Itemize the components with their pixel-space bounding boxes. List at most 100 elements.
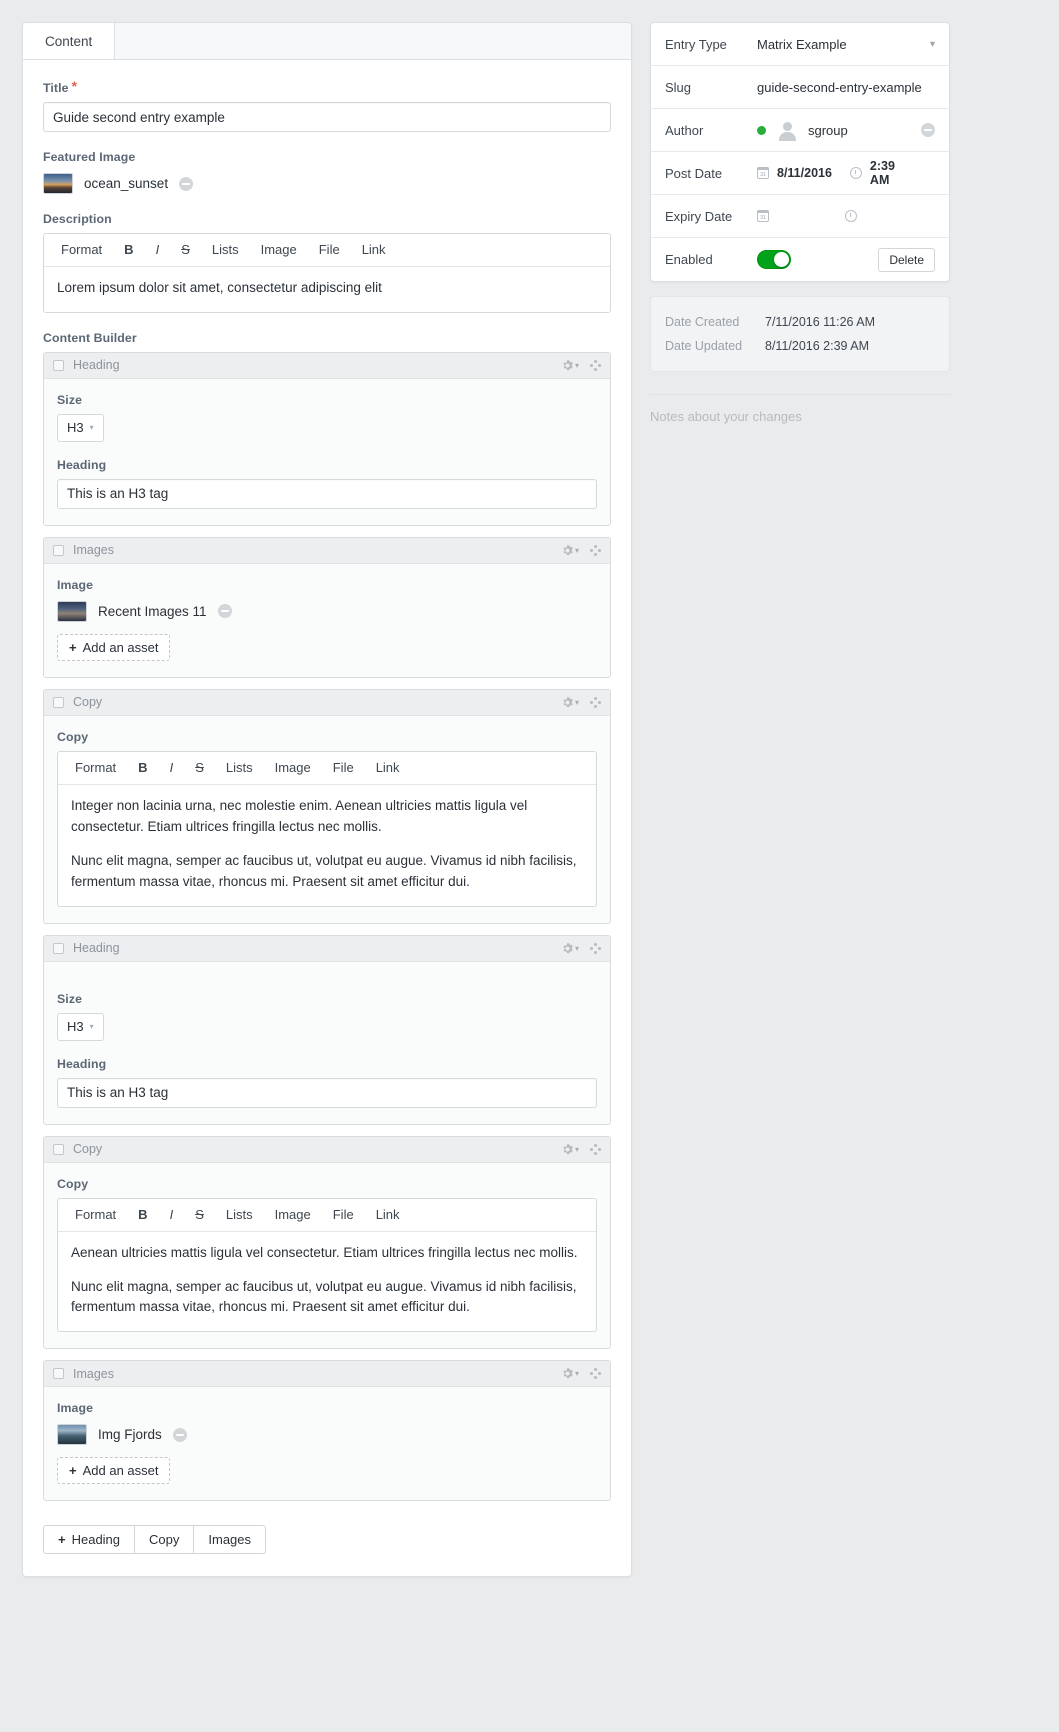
- delete-button[interactable]: Delete: [878, 247, 935, 272]
- recent-images-thumbnail-icon[interactable]: [57, 600, 87, 622]
- chevron-down-icon[interactable]: ▾: [930, 39, 935, 50]
- expiry-date-row[interactable]: Expiry Date: [651, 195, 949, 238]
- add-images-block-button[interactable]: Images: [194, 1525, 267, 1555]
- featured-image-asset-name[interactable]: ocean_sunset: [84, 176, 168, 191]
- file-button[interactable]: File: [322, 752, 365, 784]
- post-time-field[interactable]: 2:39 AM: [849, 159, 917, 187]
- dates-card: Date Created 7/11/2016 11:26 AM Date Upd…: [650, 296, 950, 372]
- remove-asset-icon[interactable]: [217, 604, 232, 619]
- italic-button[interactable]: I: [159, 752, 185, 784]
- block-select-checkbox[interactable]: [53, 1368, 64, 1380]
- block-select-checkbox[interactable]: [53, 696, 64, 708]
- gear-icon[interactable]: ▾: [562, 942, 579, 954]
- italic-button[interactable]: I: [159, 1199, 185, 1231]
- image-asset-name[interactable]: Recent Images 11: [98, 604, 207, 619]
- expiry-date-field[interactable]: [757, 210, 777, 222]
- bold-button[interactable]: B: [127, 1199, 158, 1231]
- format-button[interactable]: Format: [50, 234, 113, 266]
- heading-label: Heading: [57, 457, 107, 472]
- block-select-checkbox[interactable]: [53, 1143, 64, 1155]
- slug-row[interactable]: Slug guide-second-entry-example: [651, 66, 949, 109]
- copy-label: Copy: [57, 729, 89, 744]
- image-button[interactable]: Image: [250, 234, 308, 266]
- entry-meta-card: Entry Type Matrix Example ▾ Slug guide-s…: [650, 22, 950, 282]
- file-button[interactable]: File: [308, 234, 351, 266]
- expiry-time-field[interactable]: [845, 210, 865, 222]
- content-builder-label: Content Builder: [43, 330, 137, 345]
- copy-body[interactable]: Integer non lacinia urna, nec molestie e…: [58, 785, 596, 906]
- block-select-checkbox[interactable]: [53, 942, 64, 954]
- strikethrough-button[interactable]: S: [184, 1199, 215, 1231]
- date-updated-label: Date Updated: [665, 339, 743, 353]
- link-button[interactable]: Link: [365, 1199, 411, 1231]
- size-select[interactable]: H3 ▾: [57, 1012, 104, 1041]
- remove-asset-icon[interactable]: [172, 1427, 187, 1442]
- block-actions: ▾: [562, 544, 601, 556]
- move-handle-icon[interactable]: [590, 1368, 601, 1380]
- gear-icon[interactable]: ▾: [562, 1368, 579, 1379]
- strikethrough-button[interactable]: S: [170, 234, 201, 266]
- lists-button[interactable]: Lists: [215, 1199, 264, 1231]
- ocean-sunset-thumbnail-icon[interactable]: [43, 173, 73, 194]
- bold-button[interactable]: B: [113, 234, 144, 266]
- description-body[interactable]: Lorem ipsum dolor sit amet, consectetur …: [44, 267, 610, 312]
- post-date-values: 8/11/2016 2:39 AM: [757, 159, 935, 187]
- block-header: Images ▾: [44, 1361, 610, 1388]
- post-time-value: 2:39 AM: [869, 159, 895, 187]
- format-button[interactable]: Format: [64, 1199, 127, 1231]
- image-button[interactable]: Image: [264, 752, 322, 784]
- add-copy-block-button[interactable]: Copy: [135, 1525, 195, 1555]
- gear-icon[interactable]: ▾: [562, 545, 579, 556]
- post-date-row[interactable]: Post Date 8/11/2016 2:39 AM: [651, 152, 949, 195]
- file-button[interactable]: File: [322, 1199, 365, 1231]
- move-handle-icon[interactable]: [590, 359, 601, 371]
- lists-button[interactable]: Lists: [201, 234, 250, 266]
- title-input[interactable]: [43, 102, 611, 132]
- chevron-down-icon: ▾: [574, 943, 579, 953]
- lists-button[interactable]: Lists: [215, 752, 264, 784]
- enabled-row: Enabled Delete: [651, 238, 949, 281]
- notes-field[interactable]: Notes about your changes: [650, 394, 950, 424]
- add-asset-button[interactable]: + Add an asset: [57, 1457, 171, 1485]
- italic-button[interactable]: I: [145, 234, 171, 266]
- enabled-toggle[interactable]: [757, 250, 791, 269]
- remove-featured-image-icon[interactable]: [179, 176, 194, 191]
- tab-content[interactable]: Content: [23, 23, 116, 59]
- heading-input[interactable]: [57, 478, 597, 509]
- heading-input[interactable]: [57, 1077, 597, 1108]
- avatar: [778, 121, 797, 141]
- entry-type-label: Entry Type: [665, 36, 727, 52]
- date-created-value: 7/11/2016 11:26 AM: [765, 315, 876, 329]
- bold-button[interactable]: B: [127, 752, 158, 784]
- move-handle-icon[interactable]: [590, 1143, 601, 1155]
- entry-type-value: Matrix Example: [757, 36, 847, 52]
- link-button[interactable]: Link: [365, 752, 411, 784]
- copy-body[interactable]: Aenean ultricies mattis ligula vel conse…: [58, 1232, 596, 1332]
- entry-type-row[interactable]: Entry Type Matrix Example ▾: [651, 23, 949, 66]
- add-asset-button[interactable]: + Add an asset: [57, 633, 171, 661]
- add-heading-block-button[interactable]: + Heading: [43, 1525, 136, 1555]
- slug-value[interactable]: guide-second-entry-example: [757, 80, 935, 95]
- image-asset-name[interactable]: Img Fjords: [98, 1427, 162, 1442]
- block-select-checkbox[interactable]: [53, 544, 64, 556]
- gear-icon[interactable]: ▾: [562, 697, 579, 708]
- move-handle-icon[interactable]: [590, 544, 601, 556]
- gear-icon[interactable]: ▾: [562, 1143, 579, 1155]
- gear-icon[interactable]: ▾: [562, 360, 579, 371]
- strikethrough-button[interactable]: S: [184, 752, 215, 784]
- post-date-field[interactable]: 8/11/2016: [757, 166, 832, 180]
- image-label: Image: [57, 577, 94, 592]
- enabled-label: Enabled: [665, 252, 713, 267]
- author-row[interactable]: Author sgroup: [651, 109, 949, 152]
- image-button[interactable]: Image: [264, 1199, 322, 1231]
- move-handle-icon[interactable]: [590, 942, 601, 954]
- remove-author-icon[interactable]: [921, 123, 935, 137]
- size-select[interactable]: H3 ▾: [57, 413, 104, 442]
- link-button[interactable]: Link: [351, 234, 397, 266]
- format-button[interactable]: Format: [64, 752, 127, 784]
- img-fjords-thumbnail-icon[interactable]: [57, 1424, 87, 1446]
- block-select-checkbox[interactable]: [53, 359, 64, 371]
- plus-icon: +: [69, 1463, 77, 1479]
- content-pane: Content Title* Featured Image ocean_suns…: [22, 22, 632, 1578]
- move-handle-icon[interactable]: [590, 696, 601, 708]
